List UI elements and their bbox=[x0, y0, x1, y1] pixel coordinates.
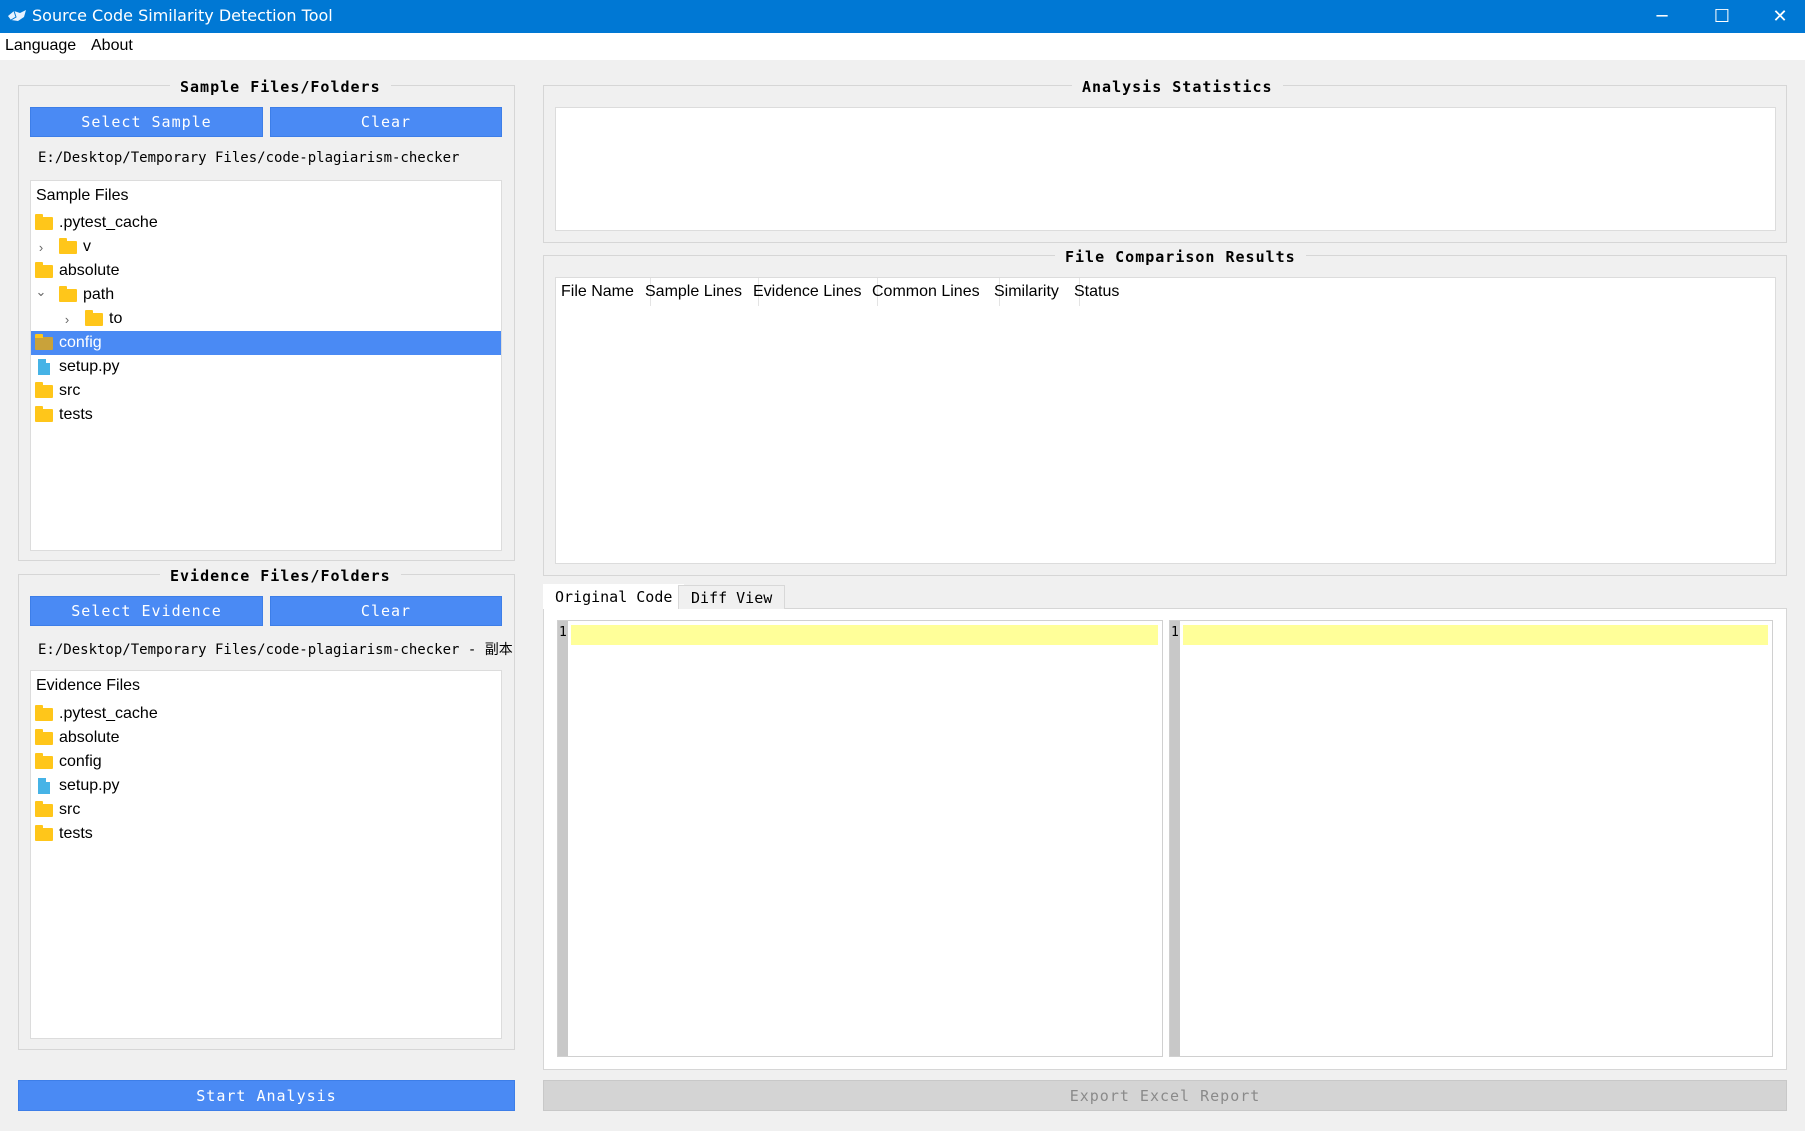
column-header-common-lines[interactable]: Common Lines bbox=[867, 278, 1000, 306]
tree-item-setup-py[interactable]: setup.py bbox=[31, 355, 501, 379]
close-icon: ✕ bbox=[1772, 6, 1788, 27]
tree-item-config[interactable]: config bbox=[31, 750, 501, 774]
title-bar: Source Code Similarity Detection Tool ─ … bbox=[0, 0, 1805, 33]
tree-item-pytest-cache[interactable]: .pytest_cache bbox=[31, 702, 501, 726]
line-number: 1 bbox=[559, 625, 567, 640]
tab-original-code[interactable]: Original Code bbox=[543, 584, 685, 609]
line-gutter bbox=[1170, 621, 1180, 1056]
chevron-down-icon[interactable]: ⌄ bbox=[35, 284, 47, 300]
folder-icon bbox=[35, 333, 53, 350]
tree-item-label: config bbox=[59, 334, 102, 351]
evidence-tree[interactable]: Evidence Files .pytest_cache absolute co… bbox=[30, 670, 502, 1039]
tree-item-absolute[interactable]: absolute bbox=[31, 726, 501, 750]
sample-clear-button[interactable]: Clear bbox=[270, 107, 502, 137]
tree-item-src[interactable]: src bbox=[31, 798, 501, 822]
select-evidence-button[interactable]: Select Evidence bbox=[30, 596, 263, 626]
export-excel-button[interactable]: Export Excel Report bbox=[543, 1080, 1787, 1111]
maximize-icon: ☐ bbox=[1713, 6, 1731, 27]
minimize-button[interactable]: ─ bbox=[1632, 0, 1692, 33]
evidence-path: E:/Desktop/Temporary Files/code-plagiari… bbox=[38, 642, 513, 658]
tree-item-pytest-cache[interactable]: .pytest_cache bbox=[31, 211, 501, 235]
sample-tree[interactable]: Sample Files .pytest_cache › v absolute … bbox=[30, 180, 502, 551]
app-logo-icon bbox=[8, 10, 26, 21]
python-file-icon bbox=[38, 778, 50, 794]
folder-icon bbox=[35, 728, 53, 745]
folder-icon bbox=[35, 405, 53, 422]
evidence-clear-button[interactable]: Clear bbox=[270, 596, 502, 626]
tree-item-label: .pytest_cache bbox=[59, 705, 158, 722]
stats-panel bbox=[555, 107, 1776, 231]
start-analysis-button[interactable]: Start Analysis bbox=[18, 1080, 515, 1111]
folder-icon bbox=[59, 237, 77, 254]
results-group-title: File Comparison Results bbox=[1055, 248, 1306, 266]
tree-item-v[interactable]: › v bbox=[31, 235, 501, 259]
column-header-similarity[interactable]: Similarity bbox=[989, 278, 1080, 306]
tree-item-label: src bbox=[59, 801, 81, 818]
tree-item-label: tests bbox=[59, 825, 93, 842]
tree-item-tests[interactable]: tests bbox=[31, 822, 501, 846]
tree-item-label: .pytest_cache bbox=[59, 214, 158, 231]
menu-about[interactable]: About bbox=[91, 37, 133, 55]
tree-item-label: src bbox=[59, 382, 81, 399]
tree-item-label: absolute bbox=[59, 729, 120, 746]
line-number: 1 bbox=[1171, 625, 1179, 640]
line-gutter bbox=[558, 621, 568, 1056]
folder-icon bbox=[59, 285, 77, 302]
folder-icon bbox=[85, 309, 103, 326]
current-line-highlight bbox=[571, 625, 1158, 645]
folder-icon bbox=[35, 752, 53, 769]
tree-item-path[interactable]: ⌄ path bbox=[31, 283, 501, 307]
menu-language[interactable]: Language bbox=[5, 37, 76, 55]
column-header-file-name[interactable]: File Name bbox=[556, 278, 651, 306]
compare-code-editor[interactable]: 1 bbox=[1169, 620, 1773, 1057]
folder-icon bbox=[35, 800, 53, 817]
chevron-right-icon[interactable]: › bbox=[35, 240, 47, 255]
sample-tree-header: Sample Files bbox=[36, 187, 129, 204]
select-sample-button[interactable]: Select Sample bbox=[30, 107, 263, 137]
column-header-sample-lines[interactable]: Sample Lines bbox=[640, 278, 759, 306]
tree-item-label: setup.py bbox=[59, 358, 120, 375]
tree-item-label: v bbox=[83, 238, 91, 255]
tree-item-label: path bbox=[83, 286, 115, 303]
evidence-group-title: Evidence Files/Folders bbox=[160, 567, 401, 585]
tree-item-tests[interactable]: tests bbox=[31, 403, 501, 427]
folder-icon bbox=[35, 704, 53, 721]
sample-group-title: Sample Files/Folders bbox=[170, 78, 391, 96]
current-line-highlight bbox=[1183, 625, 1768, 645]
evidence-tree-header: Evidence Files bbox=[36, 677, 141, 694]
folder-icon bbox=[35, 261, 53, 278]
folder-icon bbox=[35, 824, 53, 841]
tab-diff-view[interactable]: Diff View bbox=[678, 585, 786, 609]
tree-item-label: config bbox=[59, 753, 102, 770]
tree-item-label: setup.py bbox=[59, 777, 120, 794]
sample-path: E:/Desktop/Temporary Files/code-plagiari… bbox=[38, 150, 460, 166]
maximize-button[interactable]: ☐ bbox=[1692, 0, 1752, 33]
column-header-evidence-lines[interactable]: Evidence Lines bbox=[748, 278, 878, 306]
results-table[interactable]: File Name Sample Lines Evidence Lines Co… bbox=[555, 277, 1776, 564]
original-code-editor[interactable]: 1 bbox=[557, 620, 1163, 1057]
tree-item-config[interactable]: config bbox=[31, 331, 501, 355]
folder-icon bbox=[35, 213, 53, 230]
tree-item-label: to bbox=[109, 310, 123, 327]
tree-item-src[interactable]: src bbox=[31, 379, 501, 403]
folder-icon bbox=[35, 381, 53, 398]
chevron-right-icon[interactable]: › bbox=[61, 312, 73, 327]
tree-item-label: tests bbox=[59, 406, 93, 423]
tree-item-to[interactable]: › to bbox=[31, 307, 501, 331]
close-button[interactable]: ✕ bbox=[1750, 0, 1805, 33]
menu-bar: Language About bbox=[0, 33, 1805, 60]
python-file-icon bbox=[38, 359, 50, 375]
tree-item-label: absolute bbox=[59, 262, 120, 279]
tree-item-setup-py[interactable]: setup.py bbox=[31, 774, 501, 798]
stats-group-title: Analysis Statistics bbox=[1072, 78, 1283, 96]
column-header-status[interactable]: Status bbox=[1069, 278, 1135, 306]
tree-item-absolute[interactable]: absolute bbox=[31, 259, 501, 283]
minimize-icon: ─ bbox=[1656, 6, 1668, 27]
window-title: Source Code Similarity Detection Tool bbox=[32, 6, 333, 25]
